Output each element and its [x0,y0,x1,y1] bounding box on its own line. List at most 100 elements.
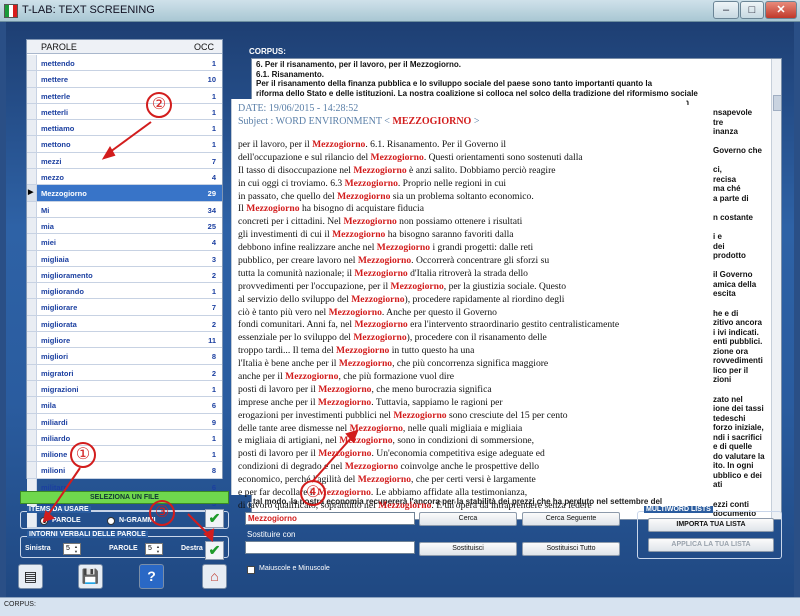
home-icon[interactable]: ⌂ [202,564,227,589]
import-list-button[interactable]: IMPORTA TUA LISTA [648,518,774,532]
row-marker [27,397,37,413]
export-document-icon[interactable]: ▤ [18,564,43,589]
row-count: 2 [211,270,216,280]
row-word: mettere [41,75,69,85]
list-row[interactable]: mettendo 1 [27,55,222,72]
list-row[interactable]: metterli 1 [27,103,222,121]
row-count: 8 [211,352,216,362]
row-word: mila [41,401,57,411]
radio-parole[interactable] [40,517,48,525]
list-row[interactable]: migliorando 1 [27,283,222,300]
corpus-line-fragment: zitivo ancora [713,318,762,328]
keyword-highlight: Mezzogiorno [353,332,407,344]
column-header-word[interactable]: PAROLE [41,42,77,52]
corpus-line-fragment: zato nel [713,394,743,404]
corpus-line-fragment: il Governo [713,270,753,280]
list-row[interactable]: miliardo 1 [27,429,222,447]
list-row[interactable]: mezzo 4 [27,169,222,186]
list-row[interactable]: migliori 8 [27,348,222,365]
word-environment-popup: DATE: 19/06/2015 - 14:28:52 Subject : WO… [231,99,686,511]
list-row[interactable]: migliore 11 [27,332,222,349]
list-row[interactable]: miei 4 [27,234,222,251]
popup-text-segment: concreti per i cittadini. Nel [238,216,344,228]
column-header-occ[interactable]: OCC [194,42,214,52]
list-row[interactable]: mettono 1 [27,136,222,153]
left-spinner[interactable]: 5 [63,543,81,555]
popup-text-segment: troppo tardi... Il tema del [238,345,337,357]
corpus-scrollbar[interactable] [771,59,781,519]
popup-text-segment: per il lavoro, per il [238,139,313,150]
row-word: Mi [41,205,50,215]
close-button[interactable]: ✕ [765,1,797,19]
popup-text-segment: Il tasso di disoccupazione nel [238,164,354,176]
list-row[interactable]: mettiamo 1 [27,120,222,137]
replace-input[interactable] [245,541,415,554]
row-count: 8 [211,466,216,476]
keyword-highlight: Mezzogiorno [312,139,366,150]
popup-text-segment: . Le abbiamo affidate alla testimonianza… [370,487,528,499]
help-icon[interactable]: ? [139,564,164,589]
popup-line: provvedimenti per l'occupazione, per il … [238,281,682,294]
keyword-highlight: Mezzogiorno [246,203,300,215]
annotation-2: ② [146,92,172,118]
row-marker [27,266,37,283]
list-row[interactable]: Mezzogiorno 29 [27,185,222,202]
find-next-button[interactable]: Cerca Seguente [522,512,620,526]
row-word: metterle [41,91,71,101]
row-marker [27,201,37,217]
case-sensitive-checkbox[interactable] [247,566,255,574]
find-button[interactable]: Cerca [419,512,517,526]
row-word: mettendo [41,59,75,68]
list-row[interactable]: mezzi 7 [27,152,222,170]
popup-text-segment: , sono in condizioni di sommersione, [392,435,535,447]
popup-text-segment: essenziale per lo sviluppo del [238,332,354,344]
save-disk-icon[interactable]: 💾 [78,564,103,589]
list-row[interactable]: mia 25 [27,217,222,235]
select-file-button[interactable]: SELEZIONA UN FILE [20,491,229,504]
row-word: miei [41,238,57,248]
replace-button[interactable]: Sostituisci [419,542,517,556]
radio-ngrammi[interactable] [107,517,115,525]
corpus-line-fragment: ito. In ogni [713,461,754,471]
list-row[interactable]: mila 6 [27,397,222,414]
right-spinner[interactable]: 5 [145,543,163,555]
list-row[interactable]: milioni 8 [27,462,222,479]
maximize-button[interactable]: □ [740,1,764,19]
confirm-context-check-icon[interactable]: ✔ [205,541,224,560]
row-marker [27,250,37,266]
minimize-button[interactable]: – [713,1,739,19]
list-row[interactable]: Mi 34 [27,201,222,218]
corpus-line-fragment: enti pubblici. [713,337,763,347]
list-row[interactable]: milione 1 [27,446,222,463]
popup-text-segment: sia un problema soltanto economico. [390,190,534,202]
word-list[interactable]: PAROLE OCC mettendo 1 mettere 10 metterle 1 me… [26,39,223,528]
row-count: 29 [207,189,216,199]
row-word: mia [41,221,54,231]
list-row[interactable]: mettere 10 [27,71,222,88]
replace-label: Sostituire con [247,530,296,539]
popup-line: debbono infine realizzare anche nel Mezz… [238,242,682,255]
row-word: metterli [41,107,69,117]
popup-line: e migliaia di artigiani, nel Mezzogiorno… [238,435,682,448]
status-bar: CORPUS: [0,597,800,616]
find-input[interactable]: Mezzogiorno [245,512,415,525]
confirm-items-check-icon[interactable]: ✔ [205,509,224,528]
replace-all-button[interactable]: Sostituisci Tutto [522,542,620,556]
row-marker [27,55,37,71]
list-row[interactable]: migrazioni 1 [27,380,222,398]
list-row[interactable]: miglioramento 2 [27,266,222,284]
list-row[interactable]: migliorare 7 [27,299,222,316]
list-row[interactable]: migliaia 3 [27,250,222,267]
popup-line: condizioni di degrado e nel Mezzogiorno … [238,461,682,474]
list-row[interactable]: migliorata 2 [27,315,222,333]
popup-text-segment: gli investimenti di cui il [238,229,333,241]
row-word: miglioramento [41,270,93,280]
row-marker [27,120,37,136]
row-count: 25 [207,221,216,231]
apply-list-button[interactable]: APPLICA LA TUA LISTA [648,538,774,552]
list-row[interactable]: metterle 1 [27,87,222,104]
row-marker [27,103,37,120]
list-row[interactable]: miliardi 9 [27,413,222,430]
keyword-highlight: Mezzogiorno [344,461,399,473]
list-row[interactable]: migratori 2 [27,364,222,381]
